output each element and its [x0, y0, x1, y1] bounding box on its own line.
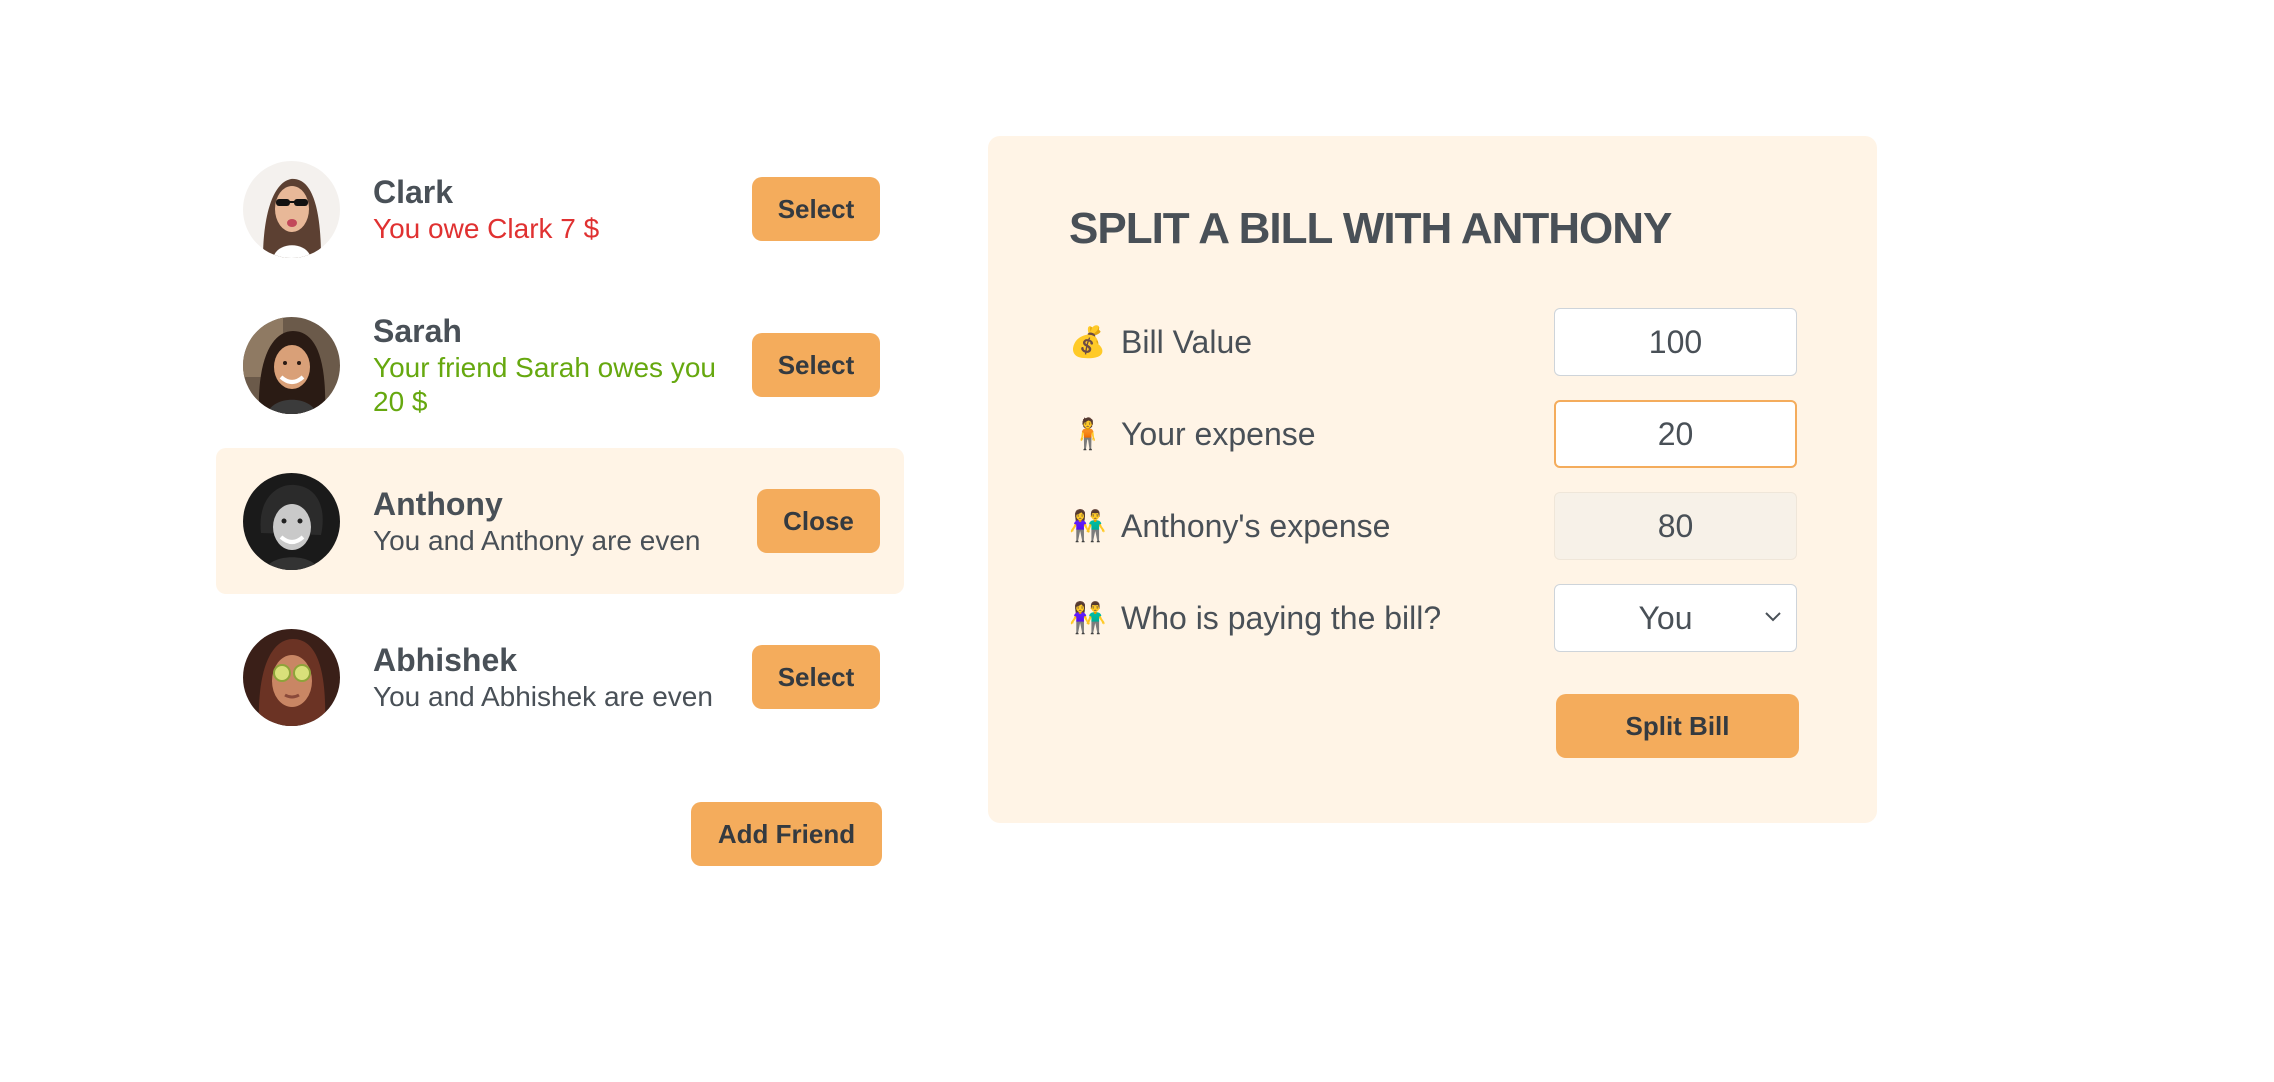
chevron-down-icon: [1765, 612, 1781, 622]
who-pays-row: 👫 Who is paying the bill? You: [1069, 584, 1797, 652]
avatar-clark-icon: [243, 160, 340, 258]
who-pays-text: Who is paying the bill?: [1121, 599, 1442, 636]
friend-expense-text: Anthony's expense: [1121, 507, 1391, 544]
friend-balance: You and Abhishek are even: [373, 681, 713, 712]
friend-name: Sarah: [373, 313, 462, 349]
bill-value-label: 💰 Bill Value: [1069, 324, 1252, 361]
select-friend-button[interactable]: Select: [752, 333, 880, 397]
friend-balance: You owe Clark 7 $: [373, 213, 600, 244]
friend-info: Sarah Your friend Sarah owes you 20 $: [373, 311, 733, 419]
friend-expense-input: [1554, 492, 1797, 560]
friend-expense-label: 👫 Anthony's expense: [1069, 508, 1390, 545]
your-expense-text: Your expense: [1121, 415, 1316, 452]
avatar-abhishek-icon: [243, 628, 340, 726]
bill-value-input[interactable]: [1554, 308, 1797, 376]
friend-info: Abhishek You and Abhishek are even: [373, 640, 733, 714]
couple-icon: 👫: [1069, 601, 1107, 635]
couple-icon: 👫: [1069, 509, 1107, 543]
friend-info: Anthony You and Anthony are even: [373, 484, 733, 558]
friend-item-sarah: Sarah Your friend Sarah owes you 20 $ Se…: [216, 292, 904, 438]
close-friend-button[interactable]: Close: [757, 489, 880, 553]
add-friend-button[interactable]: Add Friend: [691, 802, 882, 866]
avatar: [243, 316, 340, 414]
friend-name: Abhishek: [373, 642, 518, 678]
form-title: SPLIT A BILL WITH ANTHONY: [1069, 204, 1672, 253]
who-pays-select[interactable]: You: [1554, 584, 1797, 652]
select-friend-button[interactable]: Select: [752, 645, 880, 709]
friend-expense-row: 👫 Anthony's expense: [1069, 492, 1797, 560]
your-expense-row: 🧍 Your expense: [1069, 400, 1797, 468]
friend-name: Clark: [373, 174, 454, 210]
select-friend-button[interactable]: Select: [752, 177, 880, 241]
avatar: [243, 160, 340, 258]
friend-balance: Your friend Sarah owes you 20 $: [373, 352, 716, 417]
friend-item-clark: Clark You owe Clark 7 $ Select: [216, 136, 904, 282]
your-expense-input[interactable]: [1554, 400, 1797, 468]
avatar: [243, 472, 340, 570]
avatar-anthony-icon: [243, 472, 340, 570]
friends-list: Clark You owe Clark 7 $ Select Sarah You…: [216, 136, 904, 750]
your-expense-label: 🧍 Your expense: [1069, 416, 1316, 453]
who-pays-selected-value: You: [1638, 599, 1693, 636]
friend-item-abhishek: Abhishek You and Abhishek are even Selec…: [216, 604, 904, 750]
who-pays-label: 👫 Who is paying the bill?: [1069, 600, 1441, 637]
avatar-sarah-icon: [243, 316, 340, 414]
avatar: [243, 628, 340, 726]
bill-value-text: Bill Value: [1121, 323, 1253, 360]
eat-n-split-app: Clark You owe Clark 7 $ Select Sarah You…: [0, 0, 2274, 1082]
person-standing-icon: 🧍: [1069, 417, 1107, 451]
friend-info: Clark You owe Clark 7 $: [373, 172, 733, 246]
friend-balance: You and Anthony are even: [373, 525, 701, 556]
split-bill-button[interactable]: Split Bill: [1556, 694, 1799, 758]
bill-value-row: 💰 Bill Value: [1069, 308, 1797, 376]
split-bill-form: SPLIT A BILL WITH ANTHONY 💰 Bill Value 🧍…: [988, 136, 1877, 823]
money-bag-icon: 💰: [1069, 325, 1107, 359]
friend-item-anthony: Anthony You and Anthony are even Close: [216, 448, 904, 594]
friend-name: Anthony: [373, 486, 503, 522]
